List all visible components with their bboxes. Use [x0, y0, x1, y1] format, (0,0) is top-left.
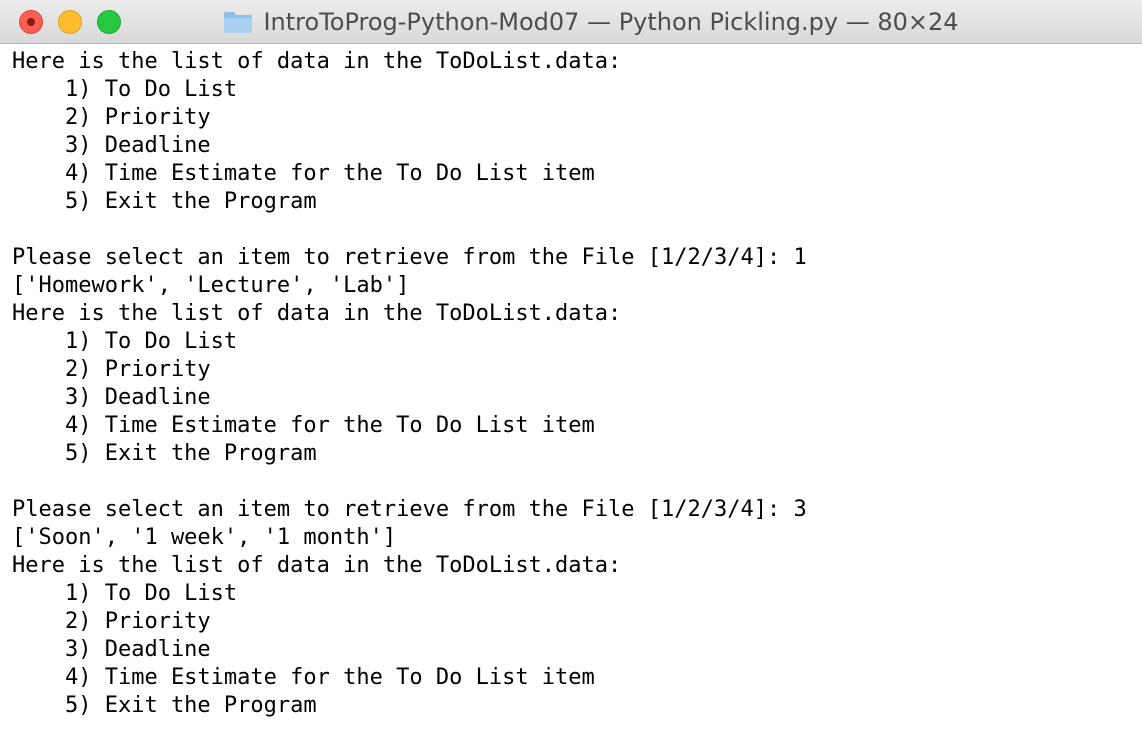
- terminal-line: Here is the list of data in the ToDoList…: [12, 301, 622, 326]
- terminal-line: Here is the list of data in the ToDoList…: [12, 49, 622, 74]
- terminal-line: 5) Exit the Program: [12, 189, 317, 214]
- window-title: IntroToProg-Python-Mod07 — Python Pickli…: [0, 0, 1142, 44]
- terminal-line: 3) Deadline: [12, 385, 211, 410]
- folder-icon: [223, 10, 253, 34]
- terminal-line: 1) To Do List: [12, 581, 238, 606]
- terminal-line: 4) Time Estimate for the To Do List item: [12, 665, 595, 690]
- terminal-line: 3) Deadline: [12, 133, 211, 158]
- terminal-line: 4) Time Estimate for the To Do List item: [12, 161, 595, 186]
- terminal-line: 5) Exit the Program: [12, 693, 317, 718]
- terminal-line: Please select an item to retrieve from t…: [12, 245, 807, 270]
- terminal-output[interactable]: Here is the list of data in the ToDoList…: [0, 44, 1142, 734]
- terminal-text: Here is the list of data in the ToDoList…: [12, 48, 807, 720]
- terminal-line: Please select an item to retrieve from t…: [12, 497, 807, 522]
- terminal-line: 2) Priority: [12, 105, 211, 130]
- window-title-text: IntroToProg-Python-Mod07 — Python Pickli…: [263, 8, 959, 36]
- terminal-line: ['Soon', '1 week', '1 month']: [12, 525, 397, 550]
- terminal-line: 2) Priority: [12, 609, 211, 634]
- terminal-line: 2) Priority: [12, 357, 211, 382]
- terminal-line: ['Homework', 'Lecture', 'Lab']: [12, 273, 410, 298]
- terminal-line: Here is the list of data in the ToDoList…: [12, 553, 622, 578]
- terminal-line: 3) Deadline: [12, 637, 211, 662]
- terminal-window: IntroToProg-Python-Mod07 — Python Pickli…: [0, 0, 1142, 734]
- terminal-line: 1) To Do List: [12, 329, 238, 354]
- terminal-line: 1) To Do List: [12, 77, 238, 102]
- terminal-line: 5) Exit the Program: [12, 441, 317, 466]
- title-bar[interactable]: IntroToProg-Python-Mod07 — Python Pickli…: [0, 0, 1142, 44]
- terminal-line: 4) Time Estimate for the To Do List item: [12, 413, 595, 438]
